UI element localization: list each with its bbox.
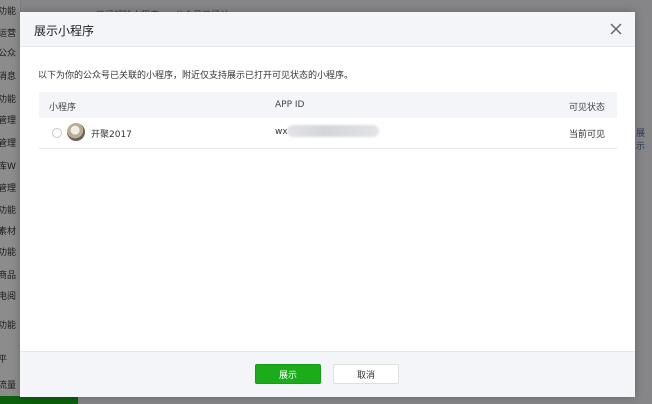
dialog-header: 展示小程序 [20, 12, 635, 47]
show-button[interactable]: 展示 [255, 364, 321, 384]
show-miniprogram-dialog: 展示小程序 以下为你的公众号已关联的小程序，附近仅支持展示已打开可见状态的小程序… [20, 12, 635, 397]
dialog-footer: 展示 取消 [20, 351, 635, 397]
appid-redacted [287, 125, 379, 137]
miniprogram-name: 开聚2017 [91, 130, 132, 140]
appid-value: wx [275, 127, 288, 137]
column-header-miniprogram: 小程序 [49, 103, 77, 113]
dialog-title: 展示小程序 [34, 24, 95, 38]
column-header-status: 可见状态 [568, 103, 605, 113]
row-select-radio[interactable] [52, 128, 62, 138]
table-row[interactable]: 开聚2017 wx 当前可见 [39, 118, 617, 149]
close-icon [610, 23, 622, 35]
visibility-status: 当前可见 [568, 130, 605, 140]
miniprogram-table: 小程序 APP ID 可见状态 开聚2017 wx 当前可见 [39, 92, 617, 149]
table-header: 小程序 APP ID 可见状态 [39, 92, 617, 118]
cancel-button[interactable]: 取消 [333, 364, 399, 384]
column-header-appid: APP ID [275, 100, 305, 110]
miniprogram-avatar [67, 123, 85, 141]
close-button[interactable] [607, 20, 625, 38]
dialog-description: 以下为你的公众号已关联的小程序，附近仅支持展示已打开可见状态的小程序。 [38, 71, 354, 81]
